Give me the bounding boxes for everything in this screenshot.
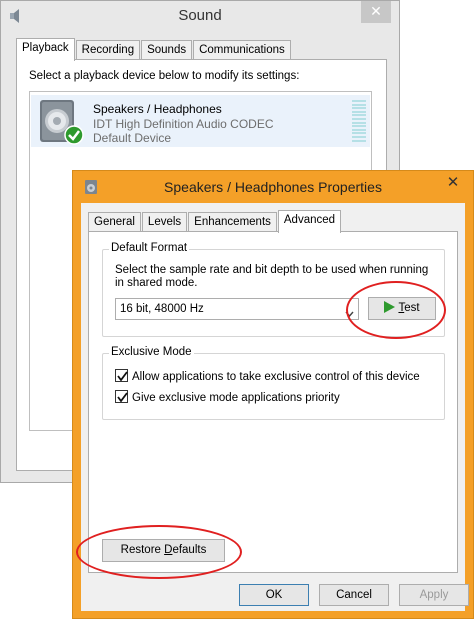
exclusive-mode-group: Exclusive Mode Allow applications to tak… (102, 346, 445, 420)
play-icon (384, 300, 396, 321)
test-button[interactable]: Test (368, 297, 436, 320)
device-status: Default Device (93, 131, 172, 145)
default-format-value: 16 bit, 48000 Hz (120, 303, 204, 315)
exclusive-priority-checkbox[interactable]: Give exclusive mode applications priorit… (115, 390, 340, 406)
properties-close-button[interactable]: ✕ (439, 173, 467, 193)
tab-enhancements[interactable]: Enhancements (188, 212, 277, 232)
sound-window-title: Sound (178, 7, 222, 24)
playback-instruction: Select a playback device below to modify… (29, 70, 300, 82)
default-format-group: Default Format Select the sample rate an… (102, 242, 445, 337)
properties-tabs: General Levels Enhancements Advanced (88, 210, 342, 233)
volume-level-meter (352, 100, 366, 144)
exclusive-mode-label: Exclusive Mode (109, 346, 194, 358)
checkbox-checked-icon (115, 369, 128, 382)
cancel-button[interactable]: Cancel (319, 584, 389, 606)
tab-communications[interactable]: Communications (193, 40, 291, 60)
sound-tabs: Playback Recording Sounds Communications (16, 38, 292, 61)
ok-button[interactable]: OK (239, 584, 309, 606)
default-format-description: Select the sample rate and bit depth to … (115, 264, 429, 289)
tab-sounds[interactable]: Sounds (141, 40, 193, 60)
advanced-panel: Default Format Select the sample rate an… (88, 231, 458, 573)
properties-window: Speakers / Headphones Properties ✕ Gener… (72, 170, 474, 619)
default-format-select[interactable]: 16 bit, 48000 Hz (115, 298, 359, 320)
default-format-label: Default Format (109, 242, 190, 254)
restore-defaults-button[interactable]: Restore Defaults (102, 539, 225, 562)
checkbox-checked-icon (115, 390, 128, 403)
default-device-check-icon (64, 125, 84, 145)
apply-button[interactable]: Apply (399, 584, 469, 606)
device-description: IDT High Definition Audio CODEC (93, 117, 274, 131)
sound-titlebar: Sound ✕ (1, 1, 399, 33)
tab-general[interactable]: General (88, 212, 141, 232)
sound-close-button[interactable]: ✕ (361, 1, 391, 23)
chevron-down-icon (345, 305, 354, 318)
tab-levels[interactable]: Levels (141, 212, 188, 232)
allow-exclusive-control-checkbox[interactable]: Allow applications to take exclusive con… (115, 369, 420, 385)
properties-window-title: Speakers / Headphones Properties (164, 179, 382, 195)
tab-advanced[interactable]: Advanced (277, 210, 342, 233)
device-name: Speakers / Headphones (93, 102, 222, 116)
tab-recording[interactable]: Recording (75, 40, 141, 60)
tab-playback[interactable]: Playback (16, 38, 75, 61)
device-row-speakers[interactable]: Speakers / Headphones IDT High Definitio… (31, 95, 370, 147)
properties-titlebar: Speakers / Headphones Properties ✕ (73, 171, 473, 203)
